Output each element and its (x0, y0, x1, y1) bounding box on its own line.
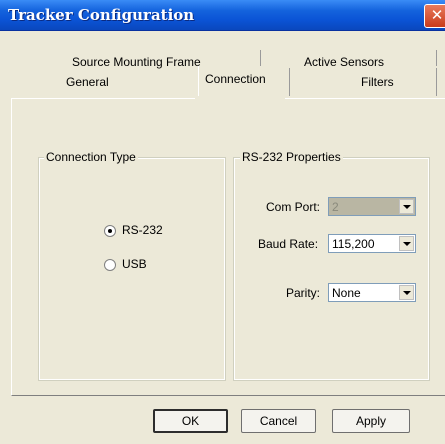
chevron-down-icon[interactable] (399, 236, 414, 251)
tab-source-mounting-frame[interactable]: Source Mounting Frame (72, 55, 201, 69)
tab-filters[interactable]: Filters (361, 75, 394, 89)
radio-selected-dot (108, 229, 112, 233)
cancel-button[interactable]: Cancel (241, 409, 316, 433)
apply-button[interactable]: Apply (332, 409, 410, 433)
usb-label[interactable]: USB (122, 257, 147, 271)
tab-divider (289, 68, 290, 96)
tab-divider (198, 66, 199, 98)
title-bar[interactable]: Tracker Configuration ✕ (0, 0, 445, 31)
active-tab-edge (195, 96, 285, 100)
tab-general[interactable]: General (66, 75, 109, 89)
close-button[interactable]: ✕ (424, 4, 445, 28)
parity-label: Parity: (286, 286, 321, 300)
rs232-properties-title: RS-232 Properties (240, 150, 343, 164)
parity-select[interactable]: None (328, 283, 416, 302)
baud-rate-value: 115,200 (332, 237, 375, 251)
com-port-value: 2 (332, 200, 339, 214)
rs232-properties-group (233, 157, 430, 381)
radio-usb[interactable] (104, 259, 116, 271)
close-icon: ✕ (430, 7, 444, 24)
tab-active-sensors[interactable]: Active Sensors (304, 55, 384, 69)
ok-button[interactable]: OK (153, 409, 228, 433)
chevron-down-icon[interactable] (399, 199, 414, 214)
radio-rs232[interactable] (104, 225, 116, 237)
chevron-down-icon[interactable] (399, 285, 414, 300)
com-port-label: Com Port: (266, 200, 321, 214)
com-port-select[interactable]: 2 (328, 197, 416, 216)
parity-value: None (332, 286, 361, 300)
tab-divider (260, 50, 261, 66)
baud-rate-select[interactable]: 115,200 (328, 234, 416, 253)
tab-divider (436, 68, 437, 96)
rs232-label[interactable]: RS-232 (122, 223, 163, 237)
tab-connection[interactable]: Connection (205, 72, 266, 86)
connection-type-title: Connection Type (44, 150, 138, 164)
baud-rate-label: Baud Rate: (258, 237, 319, 251)
tab-divider (436, 50, 437, 66)
window-title: Tracker Configuration (8, 6, 195, 24)
